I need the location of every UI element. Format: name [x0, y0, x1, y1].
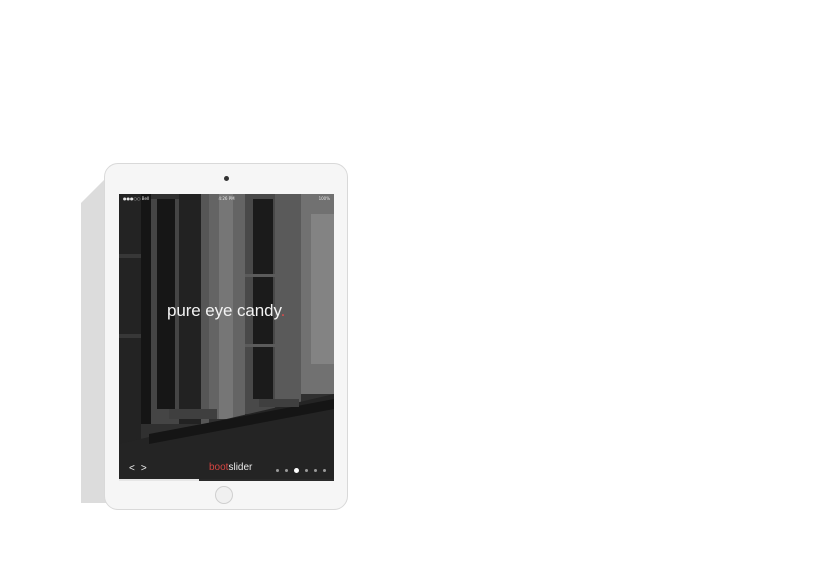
slide-progress-fill: [119, 479, 199, 481]
background-photo: [119, 194, 334, 481]
slide-progress-bar: [119, 479, 334, 481]
logo-part-slider: slider: [228, 462, 253, 473]
next-arrow-icon[interactable]: >: [141, 463, 147, 474]
logo-part-boot: boot: [209, 462, 229, 473]
tablet-frame: ●●●○○ Bell 4:26 PM 100% pure eye candy. …: [104, 163, 348, 510]
tablet-screen: ●●●○○ Bell 4:26 PM 100% pure eye candy. …: [119, 194, 334, 481]
slider-nav: < >: [129, 463, 147, 474]
battery-label: 100%: [318, 196, 330, 201]
camera-icon: [224, 176, 229, 181]
pagination-dot[interactable]: [294, 468, 299, 473]
headline-text: pure eye candy: [167, 301, 281, 320]
pagination-dots: [276, 468, 326, 473]
status-bar: ●●●○○ Bell 4:26 PM 100%: [119, 194, 334, 203]
pagination-dot[interactable]: [305, 469, 308, 472]
pagination-dot[interactable]: [314, 469, 317, 472]
prev-arrow-icon[interactable]: <: [129, 463, 135, 474]
pagination-dot[interactable]: [323, 469, 326, 472]
bootslider-logo: bootslider: [209, 462, 252, 473]
headline-accent-dot: .: [280, 301, 286, 320]
home-button[interactable]: [215, 486, 233, 504]
pagination-dot[interactable]: [285, 469, 288, 472]
slide-headline: pure eye candy.: [167, 301, 285, 321]
clock-label: 4:26 PM: [218, 196, 235, 201]
pagination-dot[interactable]: [276, 469, 279, 472]
